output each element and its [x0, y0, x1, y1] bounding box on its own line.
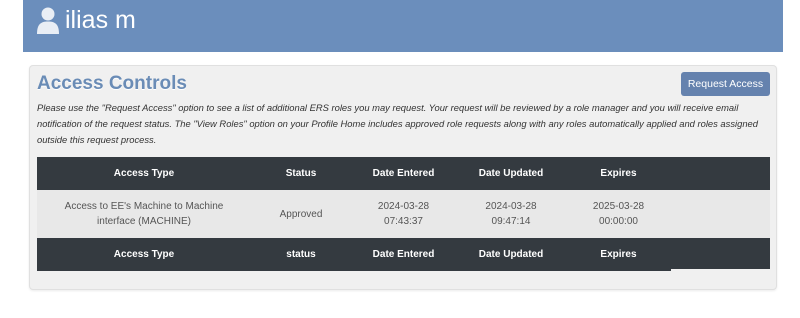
column-header-expires[interactable]: Expires	[566, 157, 671, 190]
panel-title: Access Controls	[37, 73, 187, 94]
column-header-date-entered[interactable]: Date Entered	[351, 157, 456, 190]
footer-header-expires[interactable]: Expires	[566, 238, 671, 271]
footer-header-status[interactable]: status	[251, 238, 351, 271]
request-access-button[interactable]: Request Access	[681, 72, 770, 96]
user-name: ilias m	[65, 6, 136, 34]
footer-header-date-updated[interactable]: Date Updated	[456, 238, 566, 271]
table-header-row: Access Type Status Date Entered Date Upd…	[37, 157, 770, 190]
cell-access-type: Access to EE's Machine to Machine interf…	[64, 201, 224, 227]
access-controls-panel: Access Controls Request Access Please us…	[29, 65, 777, 290]
table-footer-row: Access Type status Date Entered Date Upd…	[37, 238, 770, 271]
footer-gap	[671, 269, 770, 271]
cell-date-entered: 2024-03-28 07:43:37	[377, 201, 430, 227]
cell-date-updated: 2024-03-28 09:47:14	[485, 201, 537, 227]
table-row: Access to EE's Machine to Machine interf…	[37, 190, 770, 238]
footer-header-date-entered[interactable]: Date Entered	[351, 238, 456, 271]
panel-description: Please use the "Request Access" option t…	[37, 102, 758, 145]
cell-expires: 2025-03-28 00:00:00	[592, 201, 645, 227]
user-info: ilias m	[37, 5, 136, 35]
column-header-date-updated[interactable]: Date Updated	[456, 157, 566, 190]
top-bar: ilias m	[23, 0, 783, 52]
footer-header-access-type[interactable]: Access Type	[37, 238, 251, 271]
cell-status: Approved	[279, 208, 323, 220]
column-header-access-type[interactable]: Access Type	[37, 157, 251, 190]
column-header-status[interactable]: Status	[251, 157, 351, 190]
access-table: Access Type Status Date Entered Date Upd…	[37, 157, 770, 271]
user-icon	[37, 7, 59, 34]
